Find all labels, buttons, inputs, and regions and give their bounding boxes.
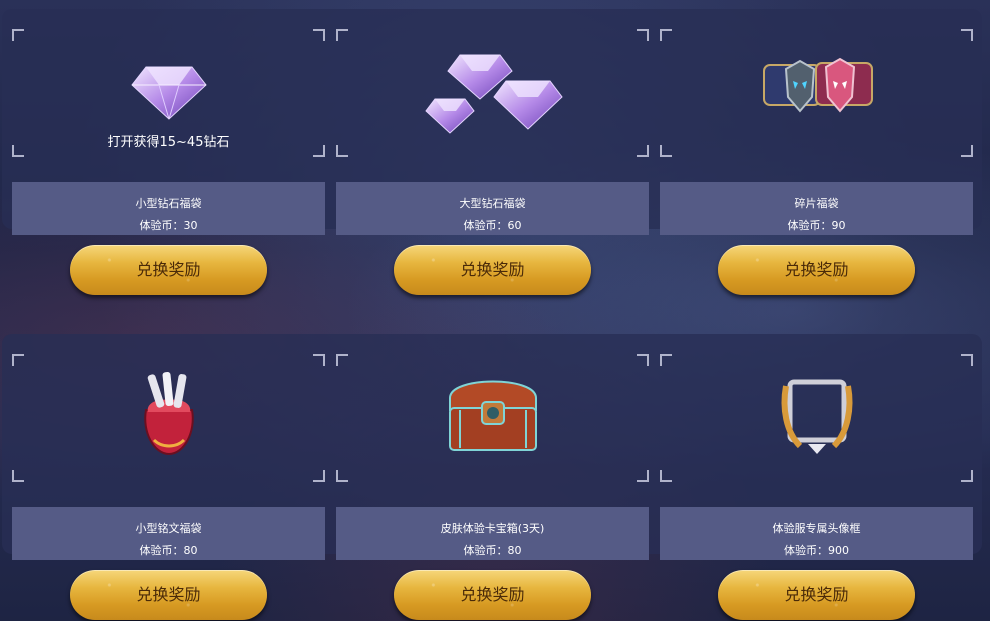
card-frame: 打开获得15~45钻石 [12,29,325,157]
reward-card-avatar-frame: 体验服专属头像框 体验币：900 [660,354,973,560]
card-info-box: 小型铭文福袋 体验币：80 [12,507,325,560]
card-price: 体验币：80 [463,544,522,557]
redeem-button[interactable]: 兑换奖励 [70,570,267,620]
card-info-box: 小型钻石福袋 体验币：30 [12,182,325,235]
treasure-chest-icon [448,380,537,451]
redeem-button[interactable]: 兑换奖励 [394,570,591,620]
large-diamond-bag-icon [424,54,563,134]
card-hint-text: 打开获得15~45钻石 [107,135,230,150]
card-price: 体验币：900 [784,544,849,557]
card-frame [336,29,649,157]
card-price: 体验币：30 [139,219,198,232]
redeem-button[interactable]: 兑换奖励 [70,245,267,295]
card-name: 小型铭文福袋 [135,522,202,535]
card-info-box: 大型钻石福袋 体验币：60 [336,182,649,235]
redeem-button[interactable]: 兑换奖励 [394,245,591,295]
reward-card-skin-chest: 皮肤体验卡宝箱(3天) 体验币：80 [336,354,649,560]
card-info-box: 体验服专属头像框 体验币：900 [660,507,973,560]
reward-card-fragment: 碎片福袋 体验币：90 [660,29,973,235]
card-name: 大型钻石福袋 [459,197,526,210]
card-frame [12,354,325,482]
reward-card-large-diamond: 大型钻石福袋 体验币：60 [336,29,649,235]
card-info-box: 皮肤体验卡宝箱(3天) 体验币：80 [336,507,649,560]
avatar-frame-icon [781,379,852,454]
inscription-bag-icon [143,371,194,456]
card-name: 碎片福袋 [794,197,839,210]
card-price: 体验币：80 [139,544,198,557]
card-frame [660,29,973,157]
reward-panel-row-1: 打开获得15~45钻石 小型钻石福袋 体验币：30 大型钻石福袋 体验币：60 … [2,9,982,235]
card-name: 小型钻石福袋 [135,197,202,210]
card-frame [336,354,649,482]
reward-card-inscription: 小型铭文福袋 体验币：80 [12,354,325,560]
reward-panel-row-2: 小型铭文福袋 体验币：80 皮肤体验卡宝箱(3天) 体验币：80 体验服专属头像… [2,334,982,560]
card-name: 体验服专属头像框 [772,522,861,535]
card-name: 皮肤体验卡宝箱(3天) [440,522,545,535]
redeem-button[interactable]: 兑换奖励 [718,570,915,620]
reward-card-small-diamond: 打开获得15~45钻石 小型钻石福袋 体验币：30 [12,29,325,235]
small-diamond-bag-icon [130,66,207,120]
fragment-bag-icon [762,57,873,113]
card-price: 体验币：90 [787,219,846,232]
redeem-button[interactable]: 兑换奖励 [718,245,915,295]
card-frame [660,354,973,482]
card-price: 体验币：60 [463,219,522,232]
card-info-box: 碎片福袋 体验币：90 [660,182,973,235]
